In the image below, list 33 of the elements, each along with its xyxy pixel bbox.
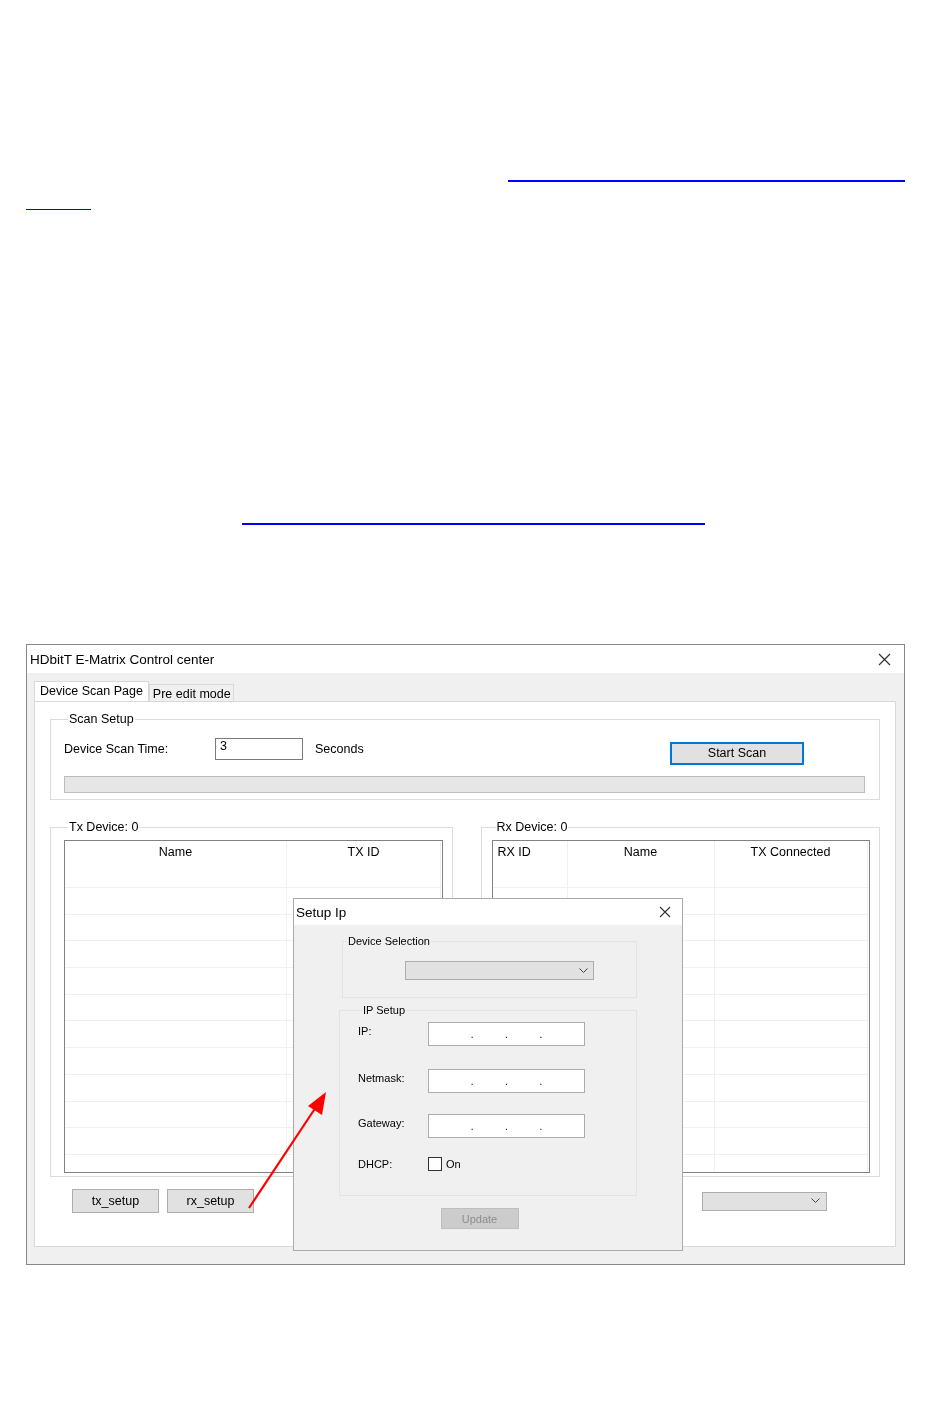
group-title: Device Selection <box>347 935 431 947</box>
ip-address-field[interactable]: . . . <box>428 1022 585 1046</box>
column-header[interactable]: RX ID <box>492 841 568 887</box>
window-title: HDbitT E-Matrix Control center <box>30 651 215 667</box>
unit-label: Seconds <box>315 742 365 756</box>
checkbox-label[interactable]: On <box>446 1158 461 1170</box>
setup-button[interactable]: rx_setup <box>167 1189 254 1213</box>
tab[interactable]: Device Scan Page <box>34 681 149 701</box>
field-label: DHCP: <box>358 1158 394 1170</box>
field-label: Netmask: <box>358 1071 406 1084</box>
group-title: Scan Setup <box>68 712 135 726</box>
field-label: Device Scan Time: <box>64 742 170 756</box>
group-title: Tx Device: 0 <box>68 820 140 834</box>
start-scan-button[interactable]: Start Scan <box>670 741 804 765</box>
column-header[interactable]: TX Connected <box>714 841 868 887</box>
dialog-title: Setup Ip <box>296 904 347 920</box>
chevron-down-icon <box>579 967 588 974</box>
checkbox[interactable] <box>428 1157 442 1171</box>
close-icon[interactable] <box>659 906 671 918</box>
group-title: Rx Device: 0 <box>495 820 569 834</box>
ip-address-field[interactable]: . . . <box>428 1069 585 1093</box>
field-label: Gateway: <box>358 1116 406 1129</box>
column-header[interactable]: TX ID <box>287 841 441 887</box>
close-icon[interactable] <box>878 652 891 666</box>
ip-address-field[interactable]: . . . <box>428 1114 585 1138</box>
field-label: IP: <box>358 1024 373 1037</box>
scan-time-field[interactable]: 3 <box>215 738 303 760</box>
column-header[interactable]: Name <box>65 841 287 887</box>
tab[interactable]: Pre edit mode <box>148 684 234 701</box>
chevron-down-icon <box>811 1198 820 1204</box>
column-header[interactable]: Name <box>567 841 715 887</box>
setup-button[interactable]: tx_setup <box>72 1189 159 1213</box>
group-title: IP Setup <box>362 1004 406 1016</box>
